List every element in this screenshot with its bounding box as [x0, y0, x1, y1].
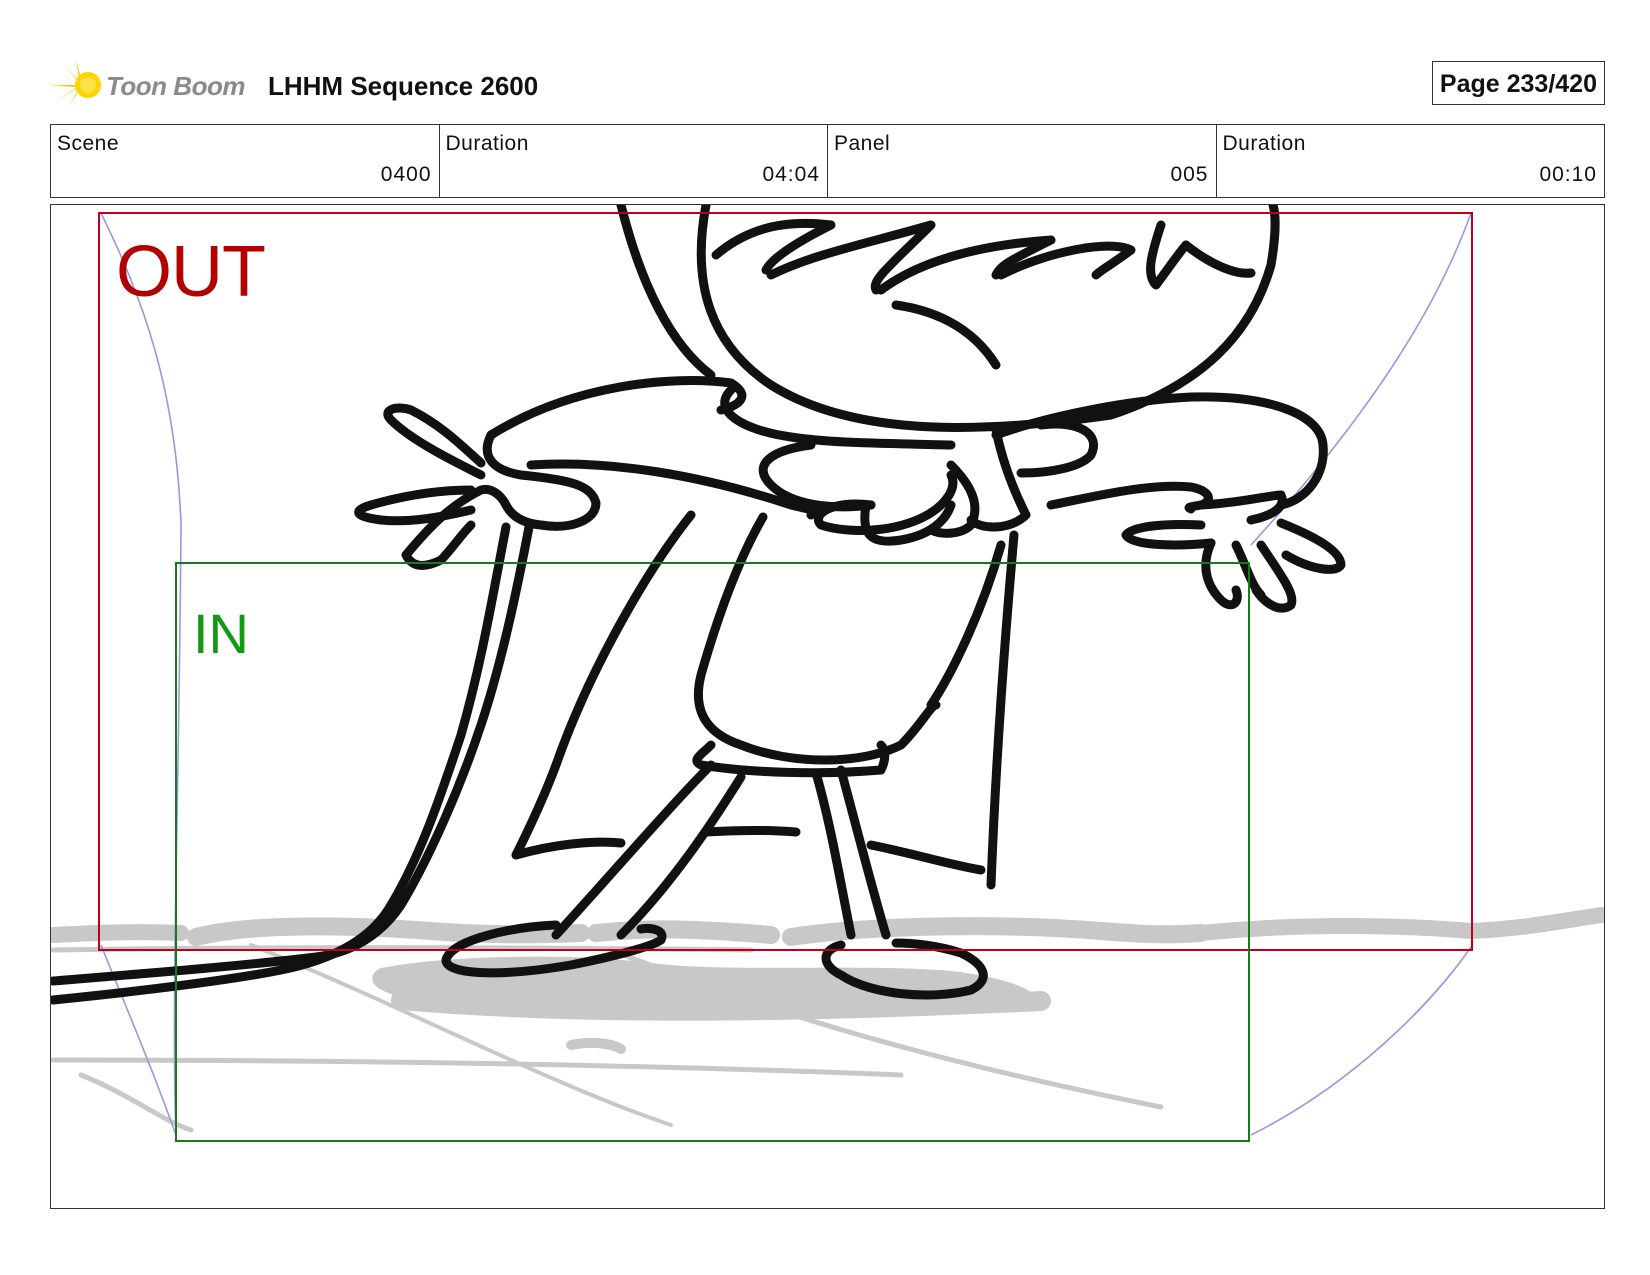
storyboard-header: Toon Boom LHHM Sequence 2600 Page 233/42… — [50, 55, 1605, 113]
scene-duration-label: Duration — [445, 132, 529, 155]
page-indicator: Page 233/420 — [1431, 61, 1605, 105]
panel-duration-label: Duration — [1222, 132, 1306, 155]
scene-info-table: Scene 0400 Duration 04:04 Panel 005 Dura… — [50, 124, 1605, 198]
scene-label: Scene — [57, 132, 120, 155]
panel-value: 005 — [1170, 163, 1209, 186]
toon-boom-logo: Toon Boom — [50, 59, 260, 111]
storyboard-panel: OUT IN — [50, 204, 1605, 1209]
panel-label: Panel — [834, 132, 891, 155]
starburst-icon — [50, 59, 101, 109]
panel-drawing — [51, 205, 1604, 1142]
out-frame-label: OUT — [116, 232, 266, 312]
logo-text: Toon Boom — [106, 71, 245, 101]
in-frame-label: IN — [193, 602, 249, 665]
panel-cell: Panel 005 — [828, 125, 1217, 197]
sequence-title: LHHM Sequence 2600 — [268, 71, 539, 101]
scene-duration-value: 04:04 — [762, 163, 820, 186]
panel-duration-value: 00:10 — [1539, 163, 1597, 186]
scene-value: 0400 — [380, 163, 432, 186]
scene-cell: Scene 0400 — [51, 125, 440, 197]
scene-duration-cell: Duration 04:04 — [440, 125, 828, 197]
out-camera-frame — [98, 212, 1473, 951]
panel-duration-cell: Duration 00:10 — [1217, 125, 1605, 197]
